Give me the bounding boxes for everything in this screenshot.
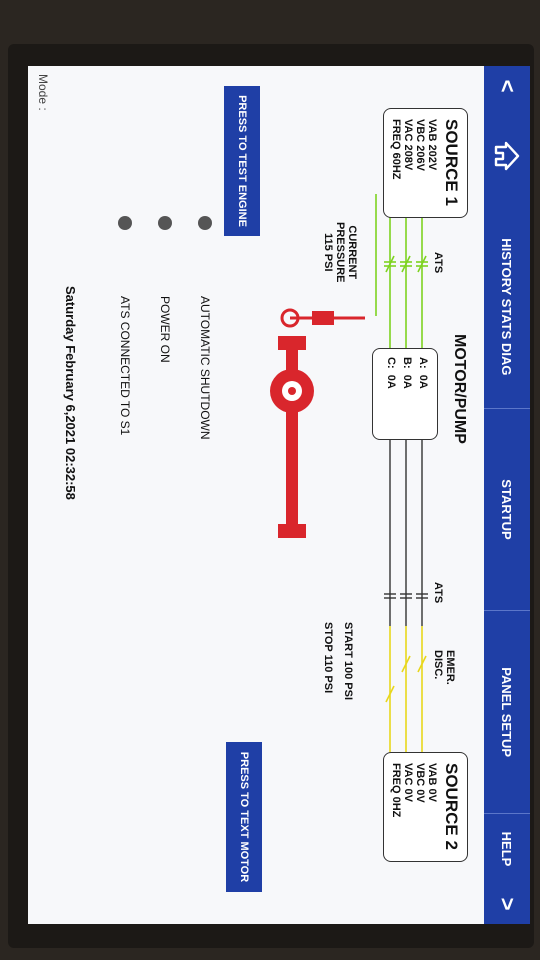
test-motor-button[interactable]: PRESS TO TEXT MOTOR [226, 742, 262, 892]
source1-freq: FREQ 60HZ [390, 119, 402, 180]
amp-row-c: C: 0A [385, 357, 397, 389]
source1-title: SOURCE 1 [442, 119, 461, 206]
date-time: Saturday February 6,2021 02:32:58 [63, 286, 78, 500]
source1-vac: VAC 208V [402, 119, 414, 171]
status-ats-connected: ATS CONNECTED TO S1 [118, 296, 132, 436]
source2-vab: VAB 0V [426, 763, 438, 802]
source1-box: SOURCE 1 VAB 202V VBC 206V VAC 208V FREQ… [383, 108, 468, 218]
source2-lines [389, 626, 423, 752]
source2-box: SOURCE 2 VAB 0V VBC 0V VAC 0V FREQ 0HZ [383, 752, 468, 862]
mode-label: Mode : [36, 74, 50, 111]
pump-pipe [270, 336, 314, 538]
source2-freq: FREQ 0HZ [390, 763, 402, 818]
status-dot-1 [198, 216, 212, 230]
status-dot-3 [118, 216, 132, 230]
pump-icon [280, 308, 365, 328]
source2-vbc: VBC 0V [414, 763, 426, 803]
status-dot-2 [158, 216, 172, 230]
touch-screen: < HISTORY STATS DIAG STARTUP PANEL SETUP… [28, 66, 530, 924]
ats-panel-ui: < HISTORY STATS DIAG STARTUP PANEL SETUP… [28, 66, 530, 924]
stop-pressure: STOP 110 PSI [322, 622, 334, 694]
source1-vab: VAB 202V [426, 119, 438, 171]
source1-vbc: VBC 206V [414, 119, 426, 171]
ats-right-label: ATS [432, 582, 444, 604]
amp-row-a: A: 0A [417, 357, 429, 389]
source2-title: SOURCE 2 [442, 763, 461, 850]
test-engine-button[interactable]: PRESS TO TEST ENGINE [224, 86, 260, 236]
start-pressure: START 100 PSI [342, 622, 354, 701]
source2-vac: VAC 0V [402, 763, 414, 802]
disc-label: DISC. [432, 650, 444, 680]
ats-left-label: ATS [432, 252, 444, 274]
motor-pump-title: MOTOR/PUMP [451, 334, 468, 444]
amp-row-b: B: 0A [401, 357, 413, 389]
status-power-on: POWER ON [158, 296, 172, 363]
emer-disc-label: EMER. DISC. [432, 650, 456, 685]
current-pressure: CURRENT PRESSURE 115 PSI [322, 222, 358, 283]
motor-amps-box: A: 0A B: 0A C: 0A [372, 348, 438, 440]
status-automatic-shutdown: AUTOMATIC SHUTDOWN [198, 296, 212, 440]
emer-label: EMER. [444, 650, 456, 685]
